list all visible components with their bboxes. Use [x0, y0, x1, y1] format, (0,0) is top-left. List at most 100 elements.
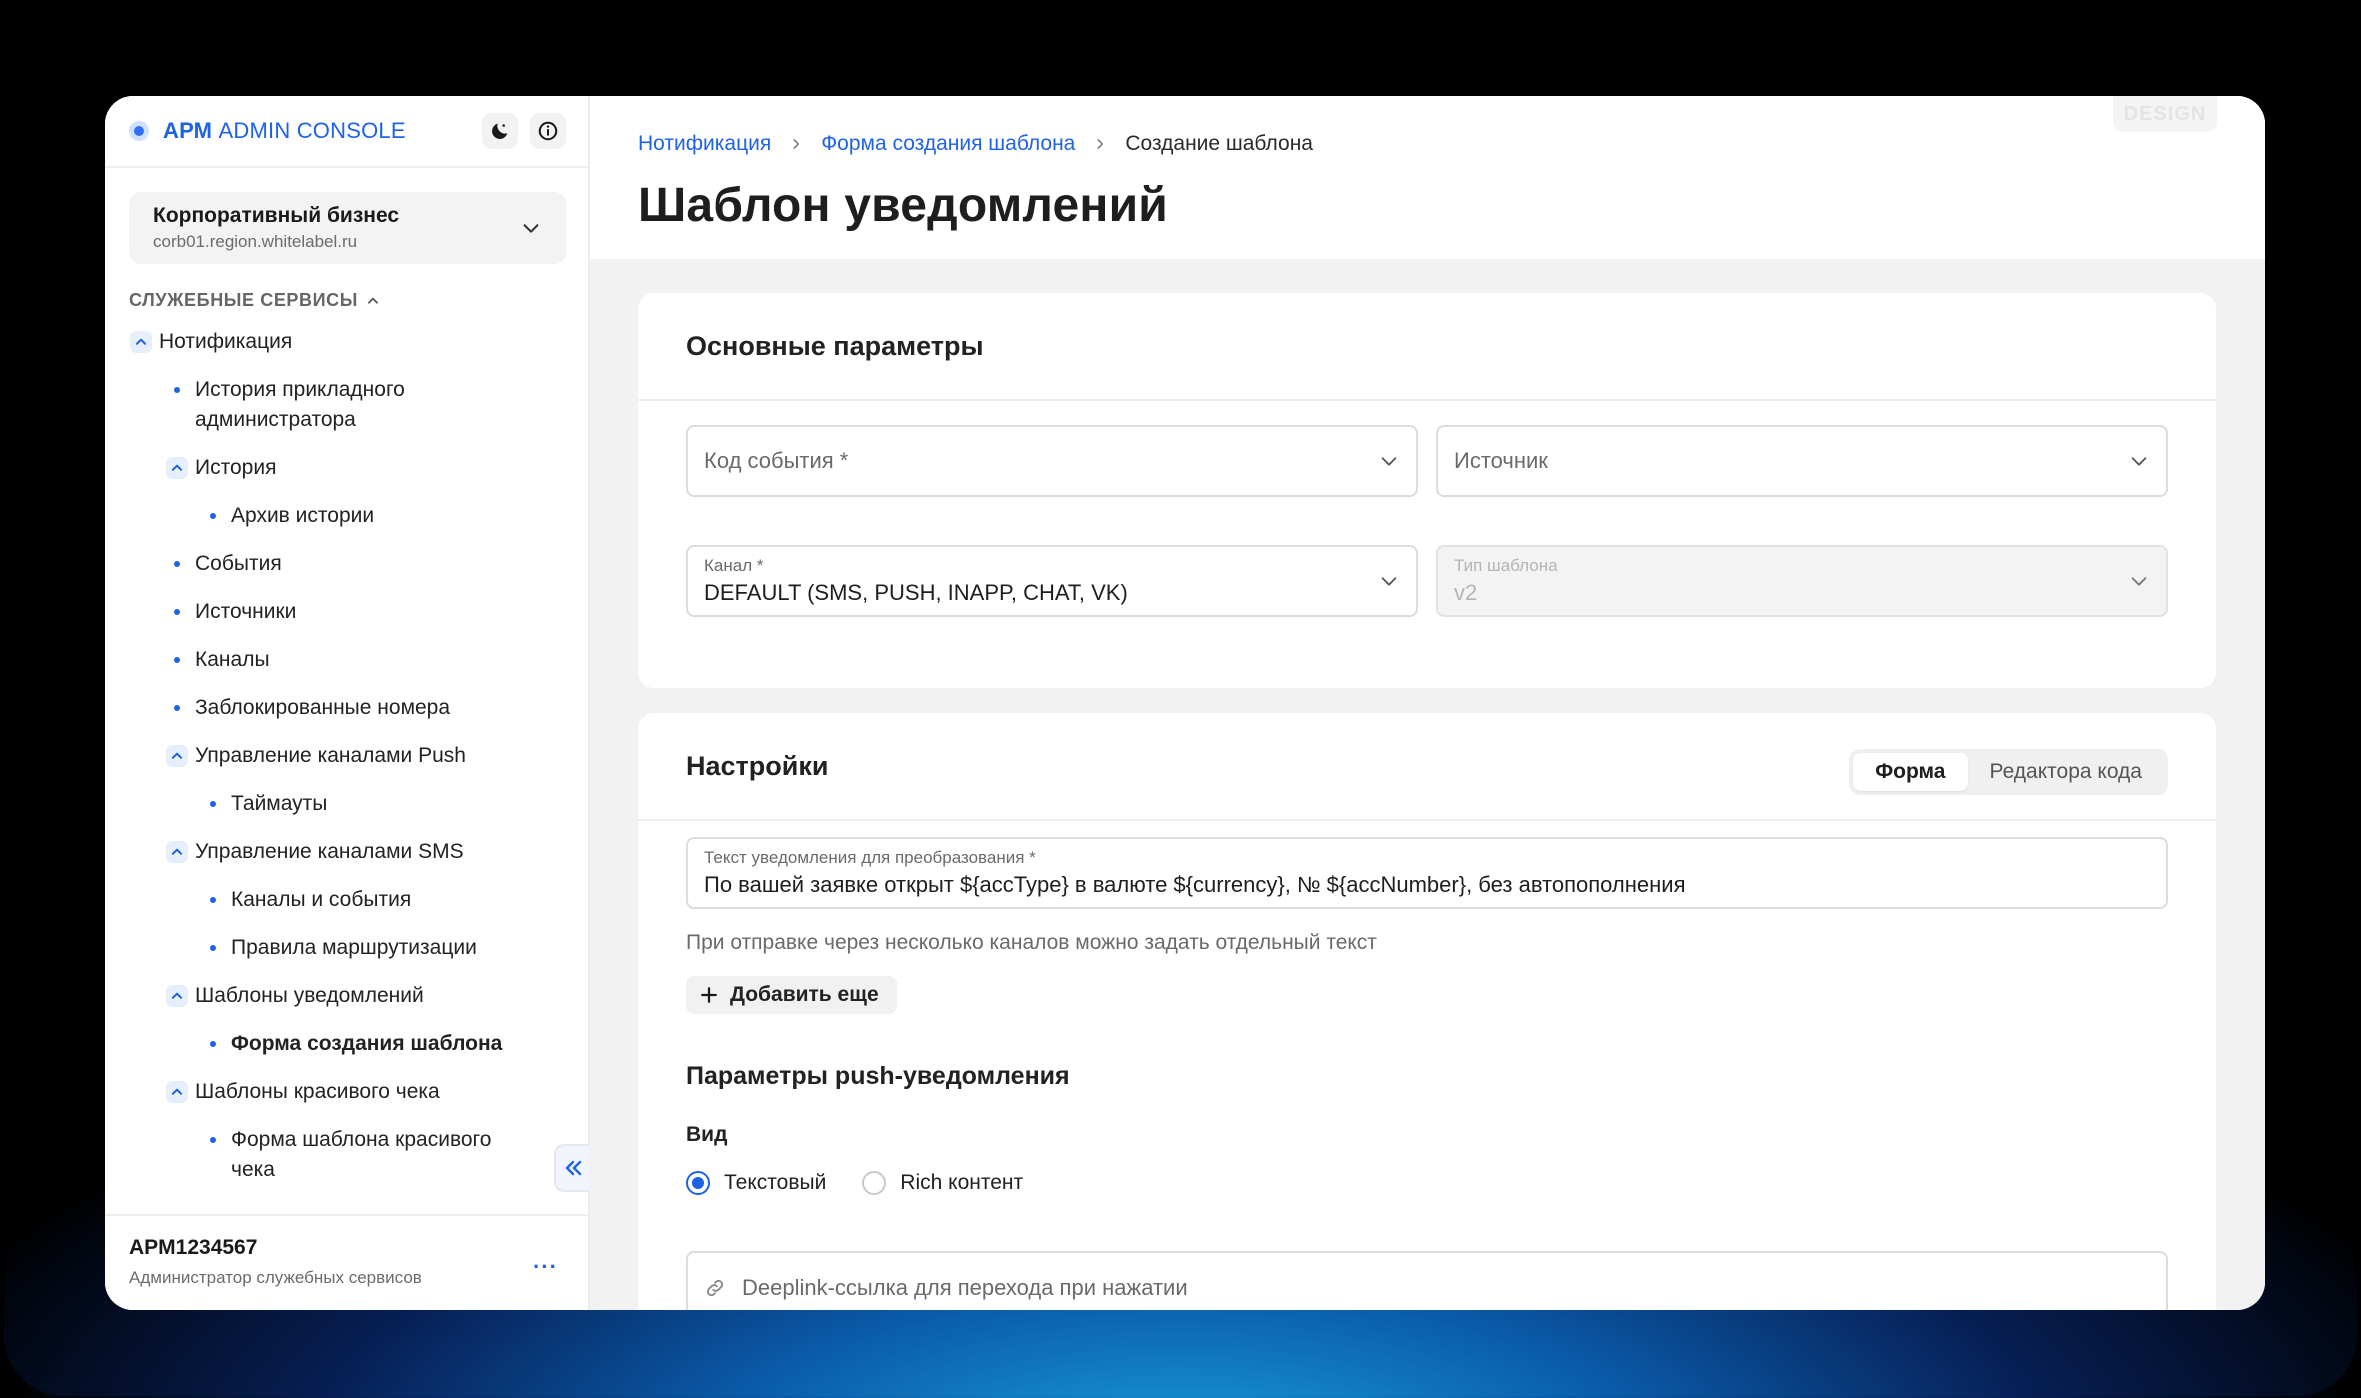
sidebar-item-sources[interactable]: Источники — [105, 597, 588, 627]
section-toggle[interactable]: СЛУЖЕБНЫЕ СЕРВИСЫ — [129, 290, 588, 311]
chevron-up-icon — [368, 297, 378, 304]
push-params-title: Параметры push-уведомления — [686, 1062, 1070, 1090]
notification-text-label: Текст уведомления для преобразования * — [704, 848, 1036, 867]
organization-selector[interactable]: Корпоративный бизнес corb01.region.white… — [129, 192, 566, 264]
sidebar-item-label: Управление каналами Push — [195, 744, 466, 767]
channel-select[interactable]: Канал * DEFAULT (SMS, PUSH, INAPP, CHAT,… — [686, 545, 1418, 617]
card-header: Основные параметры — [638, 293, 2216, 401]
moon-icon — [492, 123, 508, 139]
app-window: АРМ ADMIN CONSOLE Корпоративный бизнес c… — [105, 96, 2265, 1310]
device-frame: АРМ ADMIN CONSOLE Корпоративный бизнес c… — [4, 4, 2357, 1396]
bullet-icon — [210, 801, 216, 807]
sidebar-item-receipt-templates[interactable]: Шаблоны красивого чека — [105, 1077, 588, 1107]
notification-text-field[interactable]: Текст уведомления для преобразования * П… — [686, 837, 2168, 909]
collapse-icon — [166, 1081, 188, 1103]
radio-rich-content[interactable]: Rich контент — [862, 1171, 1023, 1195]
page-header: DESIGN Нотификация Форма создания шаблон… — [590, 96, 2265, 259]
logo-icon — [129, 121, 149, 141]
sidebar-item-blocked-numbers[interactable]: Заблокированные номера — [105, 693, 588, 723]
breadcrumb-link[interactable]: Форма создания шаблона — [821, 132, 1075, 156]
more-options-button[interactable]: ··· — [533, 1254, 558, 1280]
card-title: Основные параметры — [686, 330, 984, 361]
source-select[interactable]: Источник — [1436, 425, 2168, 497]
sidebar-item-label: История прикладного администратора — [195, 378, 405, 431]
sidebar-item-admin-history[interactable]: История прикладного администратора — [105, 375, 445, 435]
chevron-down-icon — [1381, 457, 1397, 466]
sidebar-item-events[interactable]: События — [105, 549, 588, 579]
radio-label: Текстовый — [724, 1171, 827, 1194]
sidebar-item-history-archive[interactable]: Архив истории — [105, 501, 588, 531]
radio-text[interactable]: Текстовый — [686, 1171, 826, 1195]
organization-domain: corb01.region.whitelabel.ru — [153, 232, 358, 251]
design-badge: DESIGN — [2113, 96, 2217, 132]
section-title: СЛУЖЕБНЫЕ СЕРВИСЫ — [129, 290, 358, 310]
sidebar-item-label: События — [195, 552, 282, 575]
deeplink-field[interactable]: Deeplink-ссылка для перехода при нажатии — [686, 1251, 2168, 1310]
bullet-icon — [174, 609, 180, 615]
sidebar-item-routing-rules[interactable]: Правила маршрутизации — [105, 933, 588, 963]
sidebar-item-label: Форма создания шаблона — [231, 1032, 503, 1055]
template-type-content: Тип шаблона v2 — [1454, 556, 2128, 606]
sidebar-item-label: Шаблоны уведомлений — [195, 984, 424, 1007]
tab-form[interactable]: Форма — [1853, 753, 1968, 791]
sidebar-item-label: Заблокированные номера — [195, 696, 451, 719]
info-button[interactable] — [530, 113, 566, 149]
sidebar-item-notification-templates[interactable]: Шаблоны уведомлений — [105, 981, 588, 1011]
sidebar-item-label: Источники — [195, 600, 297, 623]
chevron-down-icon — [1381, 577, 1397, 586]
template-type-value: v2 — [1454, 580, 1478, 605]
tab-code-editor[interactable]: Редактора кода — [1968, 753, 2165, 791]
sidebar-item-label: Каналы и события — [231, 888, 412, 911]
bullet-icon — [210, 513, 216, 519]
sidebar-item-timeouts[interactable]: Таймауты — [105, 789, 588, 819]
breadcrumb-link[interactable]: Нотификация — [638, 132, 771, 156]
notification-text-value: По вашей заявке открыт ${accType} в валю… — [704, 872, 1686, 897]
radio-selected-icon — [686, 1171, 710, 1195]
chevron-down-icon — [523, 224, 539, 233]
channel-label: Канал * — [704, 556, 764, 575]
template-type-select: Тип шаблона v2 — [1436, 545, 2168, 617]
sidebar-item-channels[interactable]: Каналы — [105, 645, 588, 675]
sidebar-item-label: Форма шаблона красивого чека — [231, 1128, 492, 1181]
main-params-card: Основные параметры Код события * Источни… — [638, 293, 2216, 688]
sidebar-item-label: Управление каналами SMS — [195, 840, 464, 863]
sidebar-item-history[interactable]: История — [105, 453, 588, 483]
plus-icon — [701, 987, 717, 1003]
multi-channel-hint: При отправке через несколько каналов мож… — [686, 931, 1377, 954]
chevron-right-icon — [1097, 139, 1104, 149]
breadcrumb-current: Создание шаблона — [1125, 132, 1313, 155]
double-chevron-left-icon — [565, 1160, 582, 1176]
add-more-button[interactable]: Добавить еще — [686, 976, 897, 1014]
collapse-icon — [166, 985, 188, 1007]
theme-toggle-button[interactable] — [482, 113, 518, 149]
sidebar-item-channels-events[interactable]: Каналы и события — [105, 885, 588, 915]
chevron-right-icon — [793, 139, 800, 149]
collapse-icon — [166, 745, 188, 767]
bullet-icon — [210, 1041, 216, 1047]
channel-value: DEFAULT (SMS, PUSH, INAPP, CHAT, VK) — [704, 580, 1128, 605]
organization-info: Корпоративный бизнес corb01.region.white… — [153, 204, 520, 252]
view-label: Вид — [686, 1123, 728, 1146]
event-code-placeholder: Код события * — [704, 448, 849, 473]
bullet-icon — [174, 657, 180, 663]
event-code-select[interactable]: Код события * — [686, 425, 1418, 497]
sidebar-item-receipt-template-form[interactable]: Форма шаблона красивого чека — [105, 1125, 525, 1185]
collapse-sidebar-button[interactable] — [554, 1144, 590, 1192]
chevron-down-icon — [2131, 577, 2147, 586]
sidebar-item-label: Правила маршрутизации — [231, 936, 477, 959]
template-type-label: Тип шаблона — [1454, 556, 1558, 575]
sidebar-item-template-form[interactable]: Форма создания шаблона — [105, 1029, 588, 1059]
breadcrumb: Нотификация Форма создания шаблона Созда… — [638, 132, 2217, 156]
organization-name: Корпоративный бизнес — [153, 204, 400, 227]
collapse-icon — [130, 331, 152, 353]
sidebar-item-notifications[interactable]: Нотификация — [105, 327, 588, 357]
sidebar-header: АРМ ADMIN CONSOLE — [105, 96, 588, 168]
sidebar-item-label: Шаблоны красивого чека — [195, 1080, 440, 1103]
source-placeholder: Источник — [1454, 448, 1548, 473]
sidebar-item-push-channels[interactable]: Управление каналами Push — [105, 741, 588, 771]
user-panel: APM1234567 Администратор служебных серви… — [105, 1214, 588, 1310]
notification-text-content: Текст уведомления для преобразования * П… — [704, 848, 2150, 898]
sidebar-item-sms-channels[interactable]: Управление каналами SMS — [105, 837, 588, 867]
page-title: Шаблон уведомлений — [638, 179, 1168, 232]
bullet-icon — [210, 1137, 216, 1143]
